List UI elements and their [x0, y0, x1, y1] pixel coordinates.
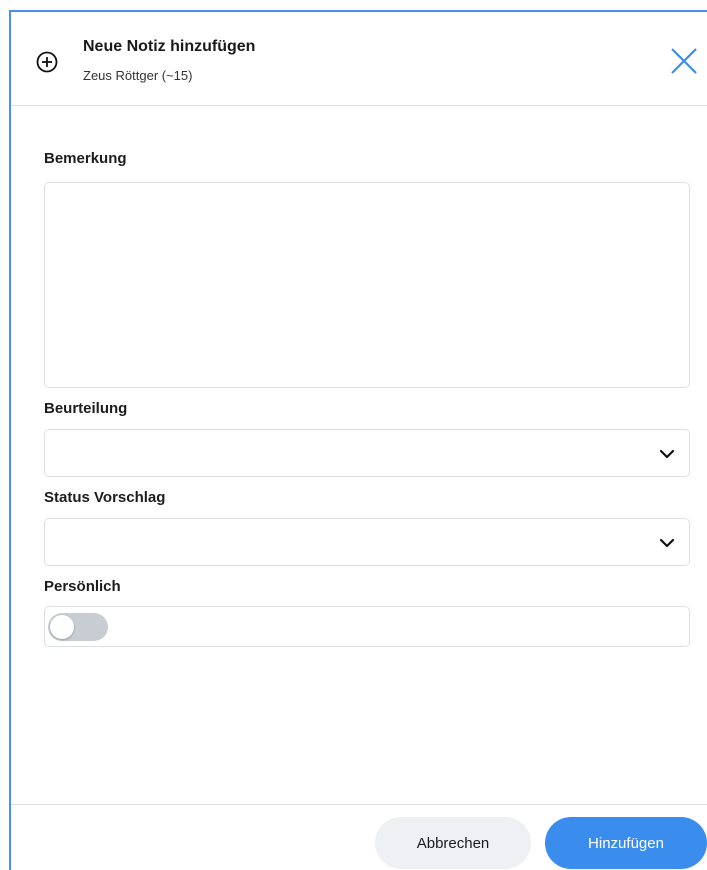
dialog-title: Neue Notiz hinzufügen [83, 38, 256, 55]
remark-label: Bemerkung [44, 150, 127, 167]
dialog-subtitle: Zeus Röttger (~15) [83, 68, 193, 83]
personal-toggle-container [44, 606, 690, 647]
personal-label: Persönlich [44, 578, 121, 595]
add-button[interactable]: Hinzufügen [545, 817, 707, 869]
dialog-footer: Abbrechen Hinzufügen [11, 804, 707, 870]
close-icon [671, 48, 697, 74]
personal-toggle[interactable] [48, 613, 108, 641]
add-circle-icon [36, 51, 58, 73]
chevron-down-icon [659, 449, 675, 459]
chevron-down-icon [659, 538, 675, 548]
add-note-dialog: Neue Notiz hinzufügen Zeus Röttger (~15)… [9, 10, 707, 870]
status-suggestion-label: Status Vorschlag [44, 489, 166, 506]
status-suggestion-select[interactable] [44, 518, 690, 566]
remark-textarea[interactable] [44, 182, 690, 388]
toggle-knob [50, 615, 74, 639]
rating-label: Beurteilung [44, 400, 128, 417]
rating-select[interactable] [44, 429, 690, 477]
close-button[interactable] [669, 46, 699, 76]
dialog-header: Neue Notiz hinzufügen Zeus Röttger (~15) [11, 12, 707, 106]
cancel-button[interactable]: Abbrechen [375, 817, 531, 869]
